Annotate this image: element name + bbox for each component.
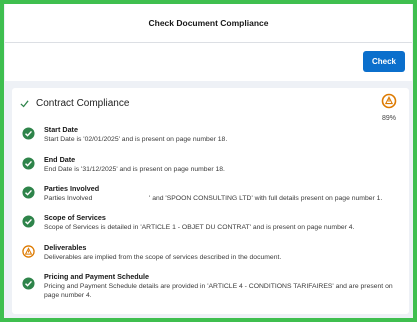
compliance-panel: Contract Compliance 89% Start Date Start… [12,88,409,314]
success-icon [22,277,35,290]
section-header[interactable]: Contract Compliance [20,98,129,109]
modal-header: Check Document Compliance [5,4,412,43]
score-value: 89% [381,115,396,122]
check-icon [20,100,29,108]
compliance-score: 89% [376,93,402,122]
check-button[interactable]: Check [363,51,405,72]
section-title: Contract Compliance [36,98,130,109]
item-description: Pricing and Payment Schedule details are… [44,283,393,299]
item-description: End Date is '31/12/2025' and is present … [44,166,225,173]
item-description: Scope of Services is detailed in 'ARTICL… [44,224,355,231]
success-icon [22,127,35,140]
score-ring-icon [381,93,397,109]
success-icon [22,186,35,199]
item-title: Deliverables [44,243,87,252]
success-icon [22,157,35,170]
item-title: Scope of Services [44,213,106,222]
toolbar: Check [5,43,412,81]
warning-icon [22,245,35,258]
item-title: Parties Involved [44,184,100,193]
item-description: Deliverables are implied from the scope … [44,254,282,261]
item-description: Start Date is '02/01/2025' and is presen… [44,136,228,143]
item-title: End Date [44,155,76,164]
compliance-modal: Check Document Compliance Check Contract… [4,4,413,318]
item-title: Start Date [44,125,78,134]
success-icon [22,215,35,228]
modal-title: Check Document Compliance [148,18,269,28]
item-title: Pricing and Payment Schedule [44,272,150,281]
item-description: Parties Involved ' and 'SPOON CONSULTING… [44,195,383,202]
